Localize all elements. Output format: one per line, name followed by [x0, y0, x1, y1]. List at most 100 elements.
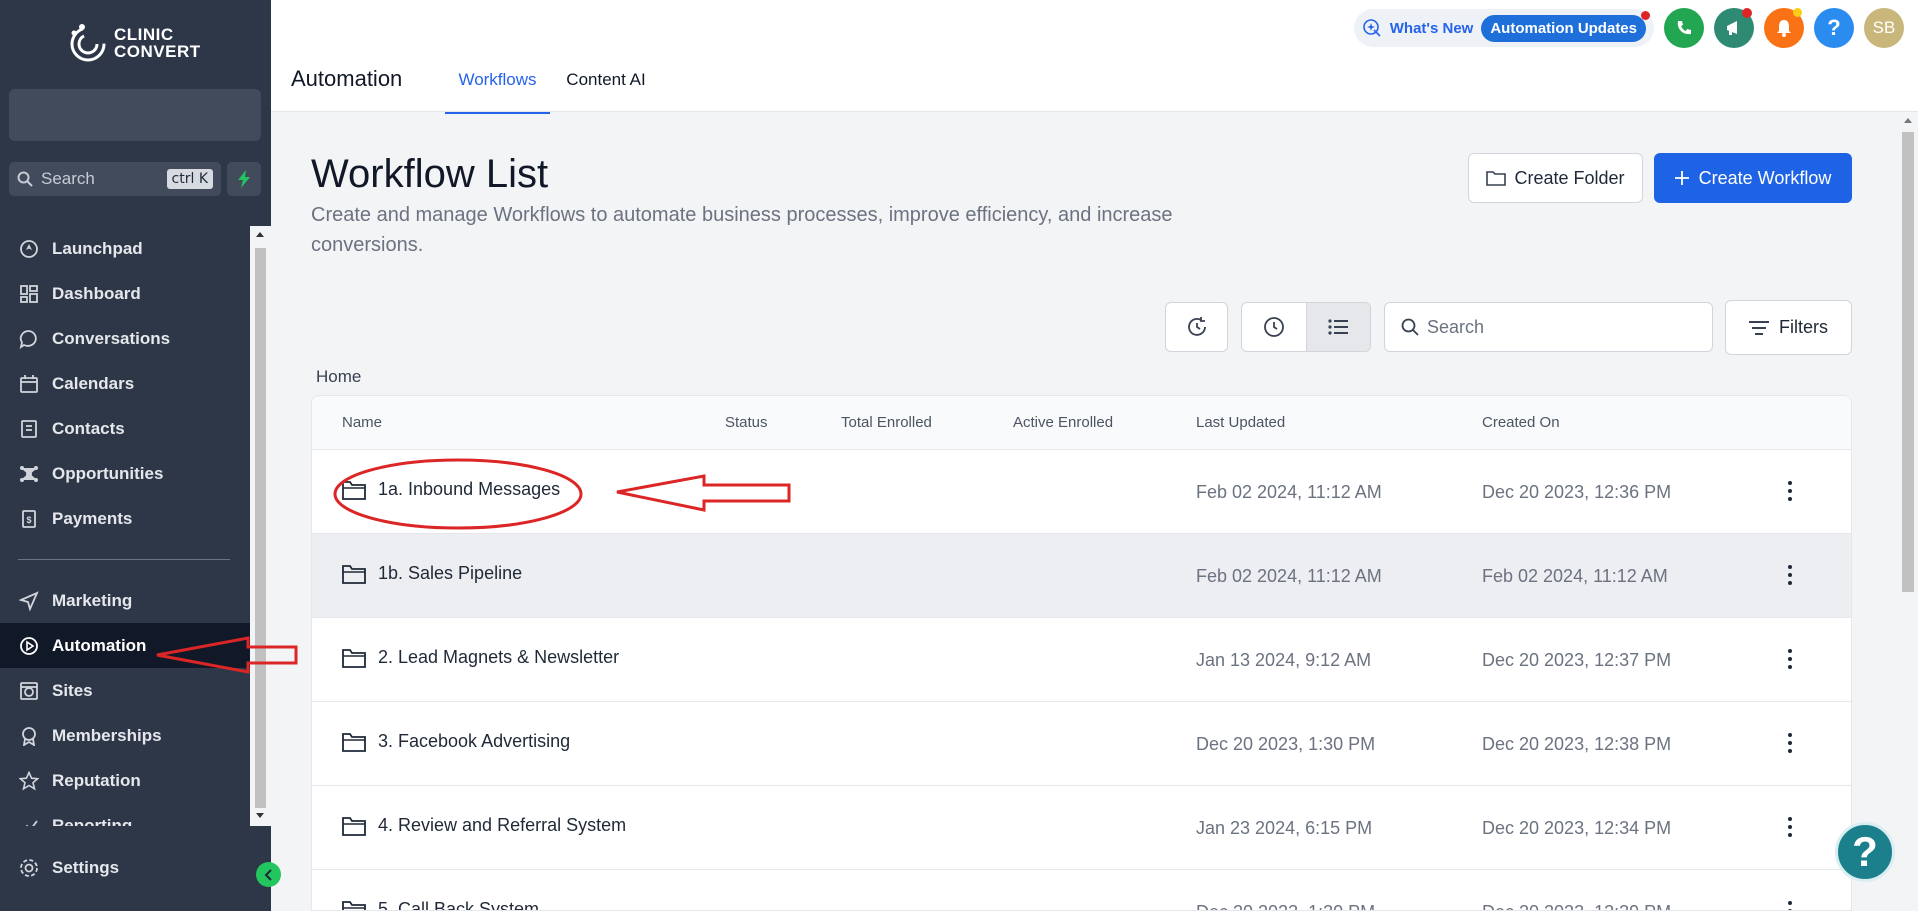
main-scroll-up-icon[interactable] [1903, 116, 1913, 124]
sidebar-item-reputation[interactable]: Reputation [0, 758, 250, 803]
workflow-table: Name Status Total Enrolled Active Enroll… [311, 395, 1852, 911]
row-menu-button[interactable] [1785, 644, 1795, 674]
folder-name-cell[interactable]: 1b. Sales Pipeline [342, 563, 522, 584]
row-menu-button[interactable] [1785, 812, 1795, 842]
tab-content-ai[interactable]: Content AI [560, 70, 652, 112]
list-view-button[interactable] [1305, 303, 1370, 351]
whats-new-button[interactable]: What's New Automation Updates [1353, 9, 1654, 47]
sparkle-icon [1362, 19, 1381, 37]
table-row[interactable]: 3. Facebook Advertising Dec 20 2023, 1:3… [312, 702, 1851, 786]
folder-name-cell[interactable]: 2. Lead Magnets & Newsletter [342, 647, 619, 668]
announcements-dot [1742, 8, 1752, 18]
send-icon [18, 590, 40, 612]
breadcrumb[interactable]: Home [316, 367, 361, 387]
avatar[interactable]: SB [1864, 8, 1904, 48]
sidebar-divider [18, 559, 230, 560]
sidebar-scrollbar[interactable] [250, 226, 271, 826]
sidebar-scroll-thumb[interactable] [255, 248, 266, 808]
folder-name-cell[interactable]: 5. Call Back System [342, 899, 539, 910]
column-header-active-enrolled[interactable]: Active Enrolled [1013, 414, 1113, 431]
chevron-left-icon [264, 868, 272, 881]
history-icon [1187, 317, 1206, 336]
column-header-total-enrolled[interactable]: Total Enrolled [841, 414, 932, 431]
table-row[interactable]: 5. Call Back System Dec 20 2023, 1:30 PM… [312, 870, 1851, 910]
created-on-cell: Dec 20 2023, 12:39 PM [1482, 902, 1671, 910]
search-icon [1401, 318, 1419, 336]
filters-button[interactable]: Filters [1725, 300, 1852, 355]
brand-logo[interactable]: CLINIC CONVERT [68, 20, 201, 66]
phone-button[interactable] [1664, 8, 1704, 48]
chart-icon [18, 815, 40, 826]
plus-icon [1674, 171, 1689, 185]
sidebar-item-marketing[interactable]: Marketing [0, 578, 250, 623]
tab-workflows[interactable]: Workflows [445, 70, 550, 114]
quick-actions-button[interactable] [227, 162, 261, 196]
table-row[interactable]: 1a. Inbound Messages Feb 02 2024, 11:12 … [312, 450, 1851, 534]
sidebar-item-automation[interactable]: Automation [0, 623, 250, 668]
sidebar-item-memberships[interactable]: Memberships [0, 713, 250, 758]
section-title: Automation [291, 66, 403, 91]
row-menu-button[interactable] [1785, 560, 1795, 590]
sidebar-item-calendars[interactable]: Calendars [0, 361, 250, 406]
help-button[interactable]: ? [1814, 8, 1854, 48]
grid-icon [18, 283, 40, 305]
create-folder-button[interactable]: Create Folder [1468, 153, 1643, 203]
last-updated-cell: Dec 20 2023, 1:30 PM [1196, 902, 1375, 910]
sidebar-item-label: Marketing [52, 590, 133, 610]
folder-name-cell[interactable]: 1a. Inbound Messages [342, 479, 560, 500]
sidebar-item-settings[interactable]: Settings [18, 857, 119, 879]
top-header: Automation Workflows Content AI What's N… [271, 0, 1918, 114]
clock-view-button[interactable] [1242, 303, 1306, 351]
folder-name-cell[interactable]: 4. Review and Referral System [342, 815, 626, 836]
history-button[interactable] [1165, 302, 1228, 352]
folder-icon [342, 648, 366, 668]
row-menu-button[interactable] [1785, 476, 1795, 506]
contacts-icon [18, 418, 40, 440]
column-header-status[interactable]: Status [725, 414, 768, 431]
sidebar-item-conversations[interactable]: Conversations [0, 316, 250, 361]
sidebar-item-opportunities[interactable]: Opportunities [0, 451, 250, 496]
gear-icon [20, 859, 38, 877]
location-switcher[interactable] [9, 89, 261, 141]
sidebar-item-sites[interactable]: Sites [0, 668, 250, 713]
main-scroll-thumb[interactable] [1902, 132, 1914, 592]
workflow-search-input[interactable]: Search [1384, 302, 1713, 352]
sidebar-item-launchpad[interactable]: Launchpad [0, 226, 250, 271]
notifications-button[interactable] [1764, 8, 1804, 48]
sidebar-item-contacts[interactable]: Contacts [0, 406, 250, 451]
badge-icon [18, 725, 40, 747]
column-header-created-on[interactable]: Created On [1482, 414, 1560, 431]
collapse-sidebar-button[interactable] [256, 862, 281, 887]
folder-icon [342, 732, 366, 752]
scroll-up-arrow-icon[interactable] [255, 230, 265, 238]
folder-icon [342, 900, 366, 910]
row-menu-button[interactable] [1785, 896, 1795, 910]
row-menu-button[interactable] [1785, 728, 1795, 758]
workflow-search-placeholder: Search [1427, 316, 1485, 337]
sidebar-item-reporting[interactable]: Reporting [0, 803, 250, 826]
last-updated-cell: Jan 13 2024, 9:12 AM [1196, 650, 1372, 670]
table-row[interactable]: 2. Lead Magnets & Newsletter Jan 13 2024… [312, 618, 1851, 702]
star-icon [18, 770, 40, 792]
sidebar-item-payments[interactable]: $ Payments [0, 496, 250, 541]
phone-icon [1677, 21, 1691, 35]
folder-name-cell[interactable]: 3. Facebook Advertising [342, 731, 570, 752]
column-header-name[interactable]: Name [342, 414, 382, 431]
sidebar-search-input[interactable]: Search ctrl K [9, 162, 221, 196]
create-workflow-button[interactable]: Create Workflow [1654, 153, 1852, 203]
scroll-down-arrow-icon[interactable] [255, 812, 265, 820]
sidebar-item-label: Launchpad [52, 238, 143, 258]
support-chat-button[interactable]: ? [1835, 822, 1895, 882]
bell-icon [1777, 20, 1791, 37]
question-icon: ? [1827, 15, 1841, 40]
table-row[interactable]: 1b. Sales Pipeline Feb 02 2024, 11:12 AM… [312, 534, 1851, 618]
main-scrollbar[interactable] [1898, 112, 1918, 911]
list-icon [1328, 319, 1349, 335]
dollar-doc-icon: $ [18, 508, 40, 530]
automation-updates-pill[interactable]: Automation Updates [1481, 14, 1646, 42]
sidebar-item-dashboard[interactable]: Dashboard [0, 271, 250, 316]
table-row[interactable]: 4. Review and Referral System Jan 23 202… [312, 786, 1851, 870]
create-folder-label: Create Folder [1514, 167, 1625, 188]
column-header-last-updated[interactable]: Last Updated [1196, 414, 1285, 431]
announcements-button[interactable] [1714, 8, 1754, 48]
